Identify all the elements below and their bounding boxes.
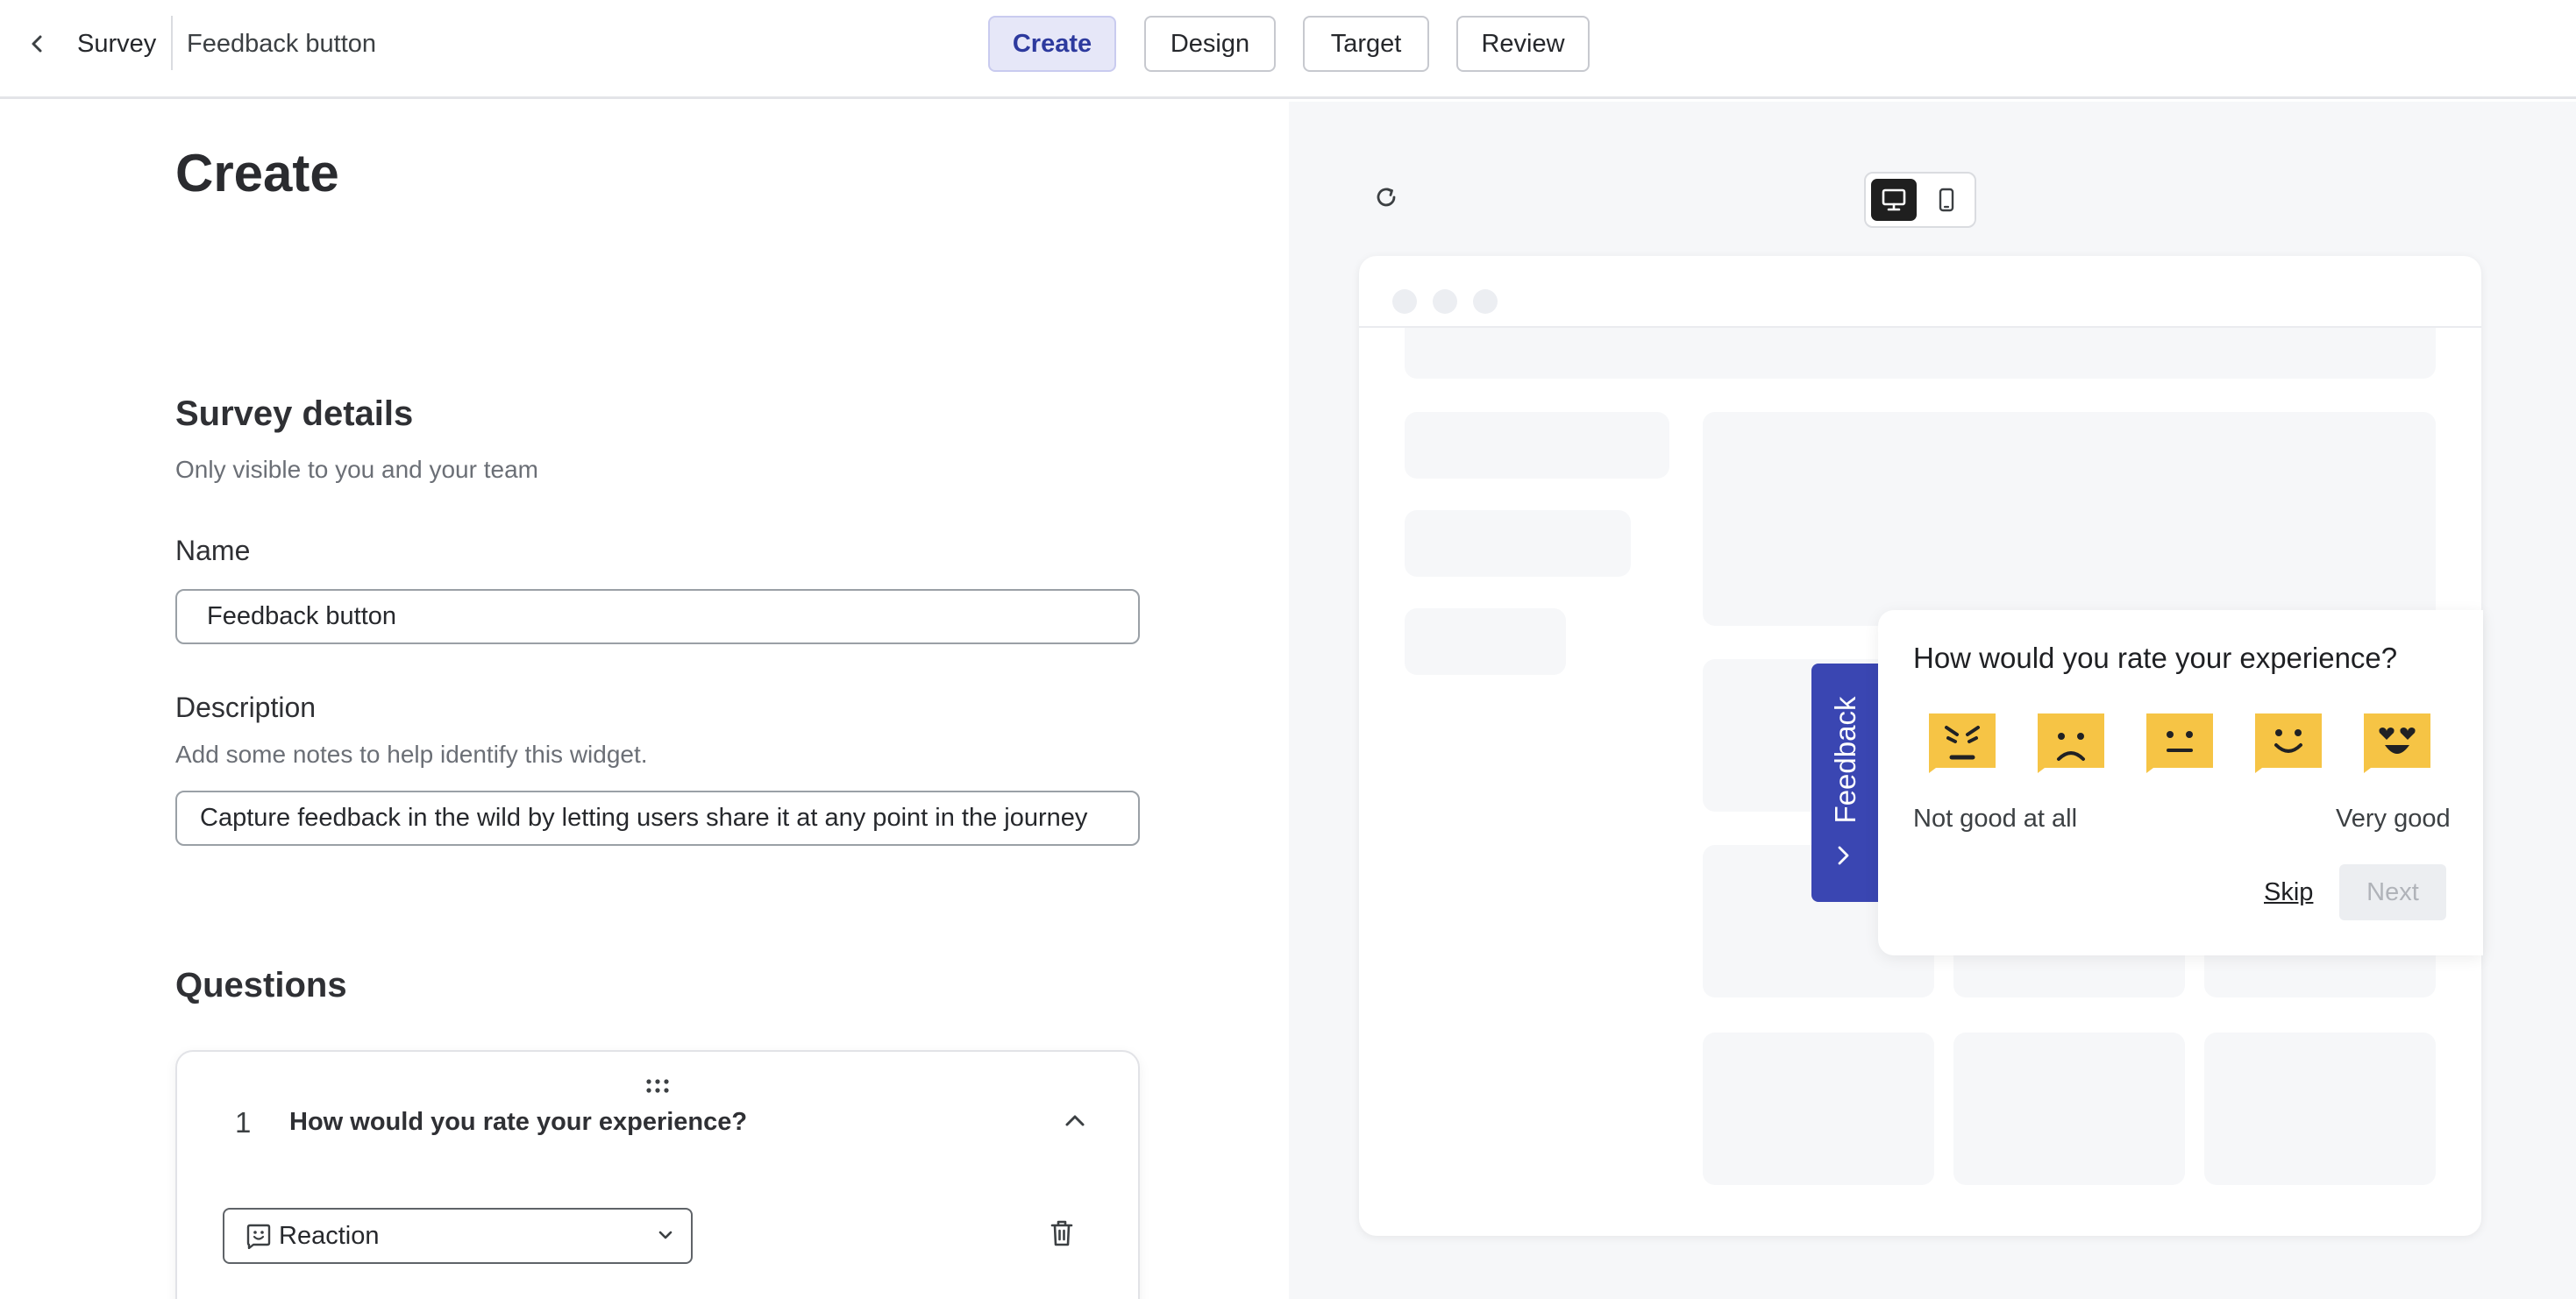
page-title: Create xyxy=(175,144,339,202)
tab-review[interactable]: Review xyxy=(1456,16,1590,72)
scale-high-label: Very good xyxy=(2336,805,2451,833)
next-button[interactable]: Next xyxy=(2339,864,2446,920)
trash-icon xyxy=(1050,1220,1073,1246)
top-bar: Survey Feedback button Create Design Tar… xyxy=(0,0,2576,99)
scale-low-label: Not good at all xyxy=(1913,805,2078,833)
reaction-option-5[interactable] xyxy=(2362,712,2432,773)
name-label: Name xyxy=(175,535,251,566)
tab-design[interactable]: Design xyxy=(1144,16,1276,72)
neutral-face-icon xyxy=(2146,713,2213,773)
placeholder-header xyxy=(1405,328,2436,379)
refresh-icon xyxy=(1377,188,1396,207)
chevron-right-icon xyxy=(1838,846,1849,865)
browser-dot xyxy=(1392,289,1417,314)
feedback-tab-button[interactable]: Feedback xyxy=(1811,664,1880,902)
drag-handle[interactable] xyxy=(645,1078,670,1098)
question-title[interactable]: How would you rate your experience? xyxy=(289,1108,747,1137)
question-type-select[interactable]: Reaction xyxy=(223,1208,693,1264)
mobile-view-button[interactable] xyxy=(1924,179,1969,221)
browser-dot xyxy=(1473,289,1498,314)
placeholder-hero xyxy=(1703,412,2436,626)
chevron-down-icon xyxy=(658,1231,672,1239)
chevron-left-icon xyxy=(32,35,42,53)
survey-details-subtitle: Only visible to you and your team xyxy=(175,456,538,483)
breadcrumb-survey-link[interactable]: Survey xyxy=(77,26,156,61)
desktop-icon xyxy=(1882,188,1906,211)
placeholder-block xyxy=(1405,510,1631,577)
device-toggle xyxy=(1864,172,1976,228)
survey-popup: How would you rate your experience? Not … xyxy=(1878,610,2483,955)
chevron-up-icon xyxy=(1065,1115,1085,1126)
description-hint: Add some notes to help identify this wid… xyxy=(175,741,648,768)
placeholder-card xyxy=(1703,1033,1934,1185)
survey-details-heading: Survey details xyxy=(175,394,414,433)
placeholder-card xyxy=(1953,1033,2185,1185)
smile-face-icon xyxy=(2255,713,2322,773)
sad-face-icon xyxy=(2038,713,2104,773)
mobile-icon xyxy=(1939,188,1954,212)
placeholder-card xyxy=(2204,1033,2436,1185)
popup-question: How would you rate your experience? xyxy=(1913,642,2398,674)
heart-eyes-face-icon xyxy=(2364,713,2430,773)
breadcrumb-survey-name: Feedback button xyxy=(187,30,377,58)
question-number: 1 xyxy=(235,1106,252,1139)
placeholder-block xyxy=(1405,608,1566,675)
browser-dot xyxy=(1433,289,1457,314)
name-input[interactable] xyxy=(175,589,1140,644)
delete-question-button[interactable] xyxy=(1050,1220,1073,1251)
drag-handle-icon xyxy=(646,1079,669,1093)
placeholder-block xyxy=(1405,412,1669,479)
description-input[interactable] xyxy=(175,791,1140,846)
reaction-icon xyxy=(246,1223,272,1249)
reaction-option-3[interactable] xyxy=(2145,712,2215,773)
refresh-preview-button[interactable] xyxy=(1373,184,1399,215)
collapse-question-button[interactable] xyxy=(1064,1113,1085,1132)
tab-create[interactable]: Create xyxy=(988,16,1116,72)
desktop-view-button[interactable] xyxy=(1871,179,1917,221)
description-label: Description xyxy=(175,692,317,723)
breadcrumb-divider xyxy=(171,16,173,70)
reaction-option-1[interactable] xyxy=(1927,712,1997,773)
skip-button[interactable]: Skip xyxy=(2264,878,2313,907)
reaction-option-2[interactable] xyxy=(2036,712,2106,773)
question-card: 1 How would you rate your experience? Re… xyxy=(175,1050,1140,1299)
questions-heading: Questions xyxy=(175,966,347,1004)
angry-face-icon xyxy=(1929,713,1996,773)
tab-target[interactable]: Target xyxy=(1303,16,1429,72)
feedback-tab-label: Feedback xyxy=(1829,696,1861,824)
reaction-option-4[interactable] xyxy=(2253,712,2323,773)
question-type-value: Reaction xyxy=(279,1221,380,1250)
back-button[interactable] xyxy=(23,28,51,60)
